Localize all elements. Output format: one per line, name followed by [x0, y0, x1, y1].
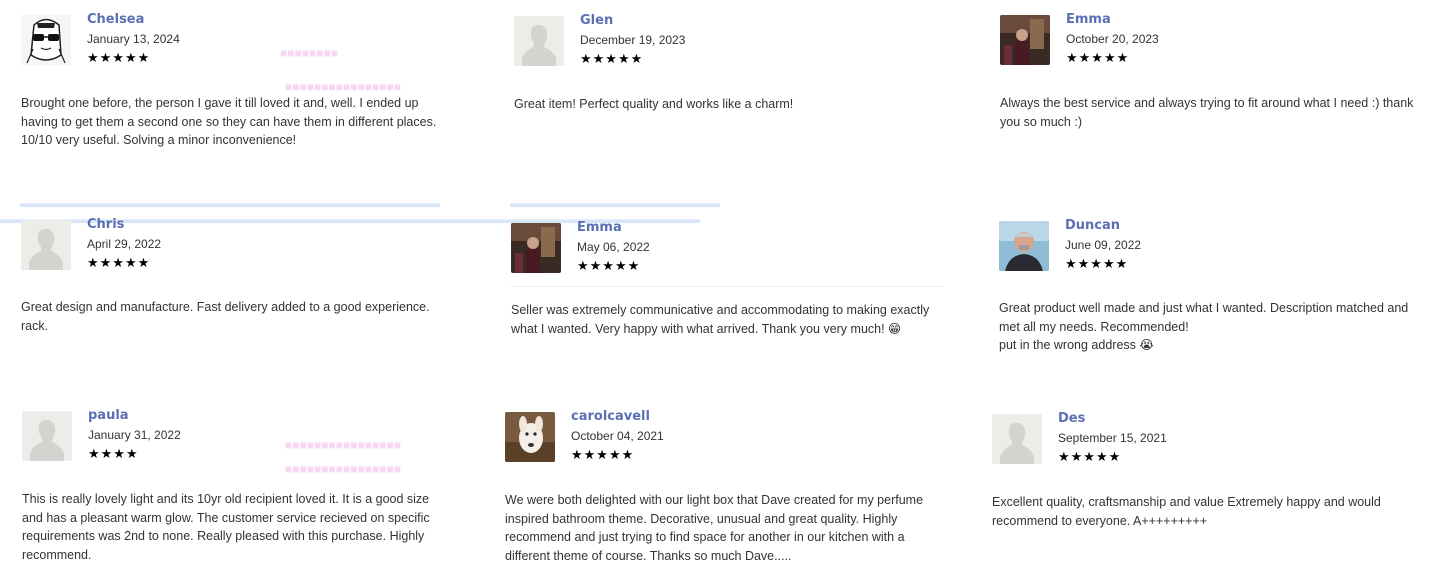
review-date: January 13, 2024 — [87, 32, 180, 46]
reviewer-avatar — [511, 223, 561, 273]
review-text: Always the best service and always tryin… — [1000, 96, 1414, 129]
review-text: We were both delighted with our light bo… — [505, 493, 924, 563]
review-text: Brought one before, the person I gave it… — [21, 96, 437, 148]
reviewer-avatar — [22, 411, 72, 461]
review-text: Great product well made and just what I … — [999, 301, 1409, 353]
ghost-artifact: ■■■■■■■■■■■■■■■■ — [285, 80, 401, 94]
reviewer-avatar — [992, 414, 1042, 464]
review-date: December 19, 2023 — [580, 33, 686, 47]
review-date: October 04, 2021 — [571, 429, 664, 443]
ghost-artifact: ■■■■■■■■■■■■■■■■ — [285, 438, 401, 452]
default-user-icon — [992, 414, 1042, 464]
star-rating: ★★★★ — [88, 447, 139, 462]
review-date: May 06, 2022 — [577, 240, 650, 254]
review-date: April 29, 2022 — [87, 237, 162, 251]
star-rating: ★★★★★ — [1066, 51, 1130, 66]
review-date: October 20, 2023 — [1066, 32, 1159, 46]
reviewer-name[interactable]: Chelsea — [87, 12, 144, 27]
star-rating: ★★★★★ — [87, 256, 151, 271]
ghost-artifact: ■■■■■■■■■■■■■■■■ — [285, 462, 401, 476]
review-date: June 09, 2022 — [1065, 238, 1142, 252]
default-user-icon — [21, 220, 71, 270]
star-rating: ★★★★★ — [1058, 450, 1122, 465]
review-text: Great design and manufacture. Fast deliv… — [21, 300, 430, 333]
cartoon-avatar-image — [21, 15, 71, 65]
reviewer-name[interactable]: carolcavell — [571, 409, 650, 424]
reviewer-name[interactable]: Emma — [577, 220, 622, 235]
reviewer-name[interactable]: Duncan — [1065, 218, 1120, 233]
photo-avatar-image — [1000, 15, 1050, 65]
reviewer-avatar — [1000, 15, 1050, 65]
ghost-artifact: ■■■■■■■■ — [280, 46, 338, 60]
dog-photo-image — [505, 412, 555, 462]
reviewer-avatar — [21, 15, 71, 65]
default-user-icon — [22, 411, 72, 461]
reviewer-avatar — [999, 221, 1049, 271]
star-rating: ★★★★★ — [571, 448, 635, 463]
review-date: September 15, 2021 — [1058, 431, 1167, 445]
review-text: Seller was extremely communicative and a… — [511, 303, 930, 336]
star-rating: ★★★★★ — [87, 51, 151, 66]
default-user-icon — [514, 16, 564, 66]
review-text: Great item! Perfect quality and works li… — [514, 97, 794, 111]
ghost-artifact: ▬▬▬▬▬▬▬▬▬▬▬▬▬▬▬▬▬▬▬▬▬▬▬▬▬▬▬▬▬▬▬▬▬▬▬▬▬▬▬▬ — [20, 196, 440, 210]
ghost-artifact: ▬▬▬▬▬▬▬▬▬▬▬▬▬▬▬▬▬▬▬▬▬ — [510, 196, 720, 210]
reviewer-name[interactable]: paula — [88, 408, 129, 423]
review-date: January 31, 2022 — [88, 428, 181, 442]
star-rating: ★★★★★ — [1065, 257, 1129, 272]
star-rating: ★★★★★ — [580, 52, 644, 67]
photo-avatar-image — [511, 223, 561, 273]
reviewer-avatar — [505, 412, 555, 462]
reviews-grid: ■■■■■■■■ ■■■■■■■■■■■■■■■■ ▬▬▬▬▬▬▬▬▬▬▬▬▬▬… — [0, 0, 1440, 576]
reviewer-avatar — [514, 16, 564, 66]
star-rating: ★★★★★ — [577, 259, 641, 274]
card-divider — [511, 286, 943, 287]
review-text: Excellent quality, craftsmanship and val… — [992, 495, 1381, 528]
reviewer-name[interactable]: Glen — [580, 13, 613, 28]
reviewer-name[interactable]: Emma — [1066, 12, 1111, 27]
reviewer-name[interactable]: Chris — [87, 217, 124, 232]
reviewer-name[interactable]: Des — [1058, 411, 1085, 426]
reviewer-avatar — [21, 220, 71, 270]
photo-avatar-image — [999, 221, 1049, 271]
review-text: This is really lovely light and its 10yr… — [22, 492, 430, 562]
